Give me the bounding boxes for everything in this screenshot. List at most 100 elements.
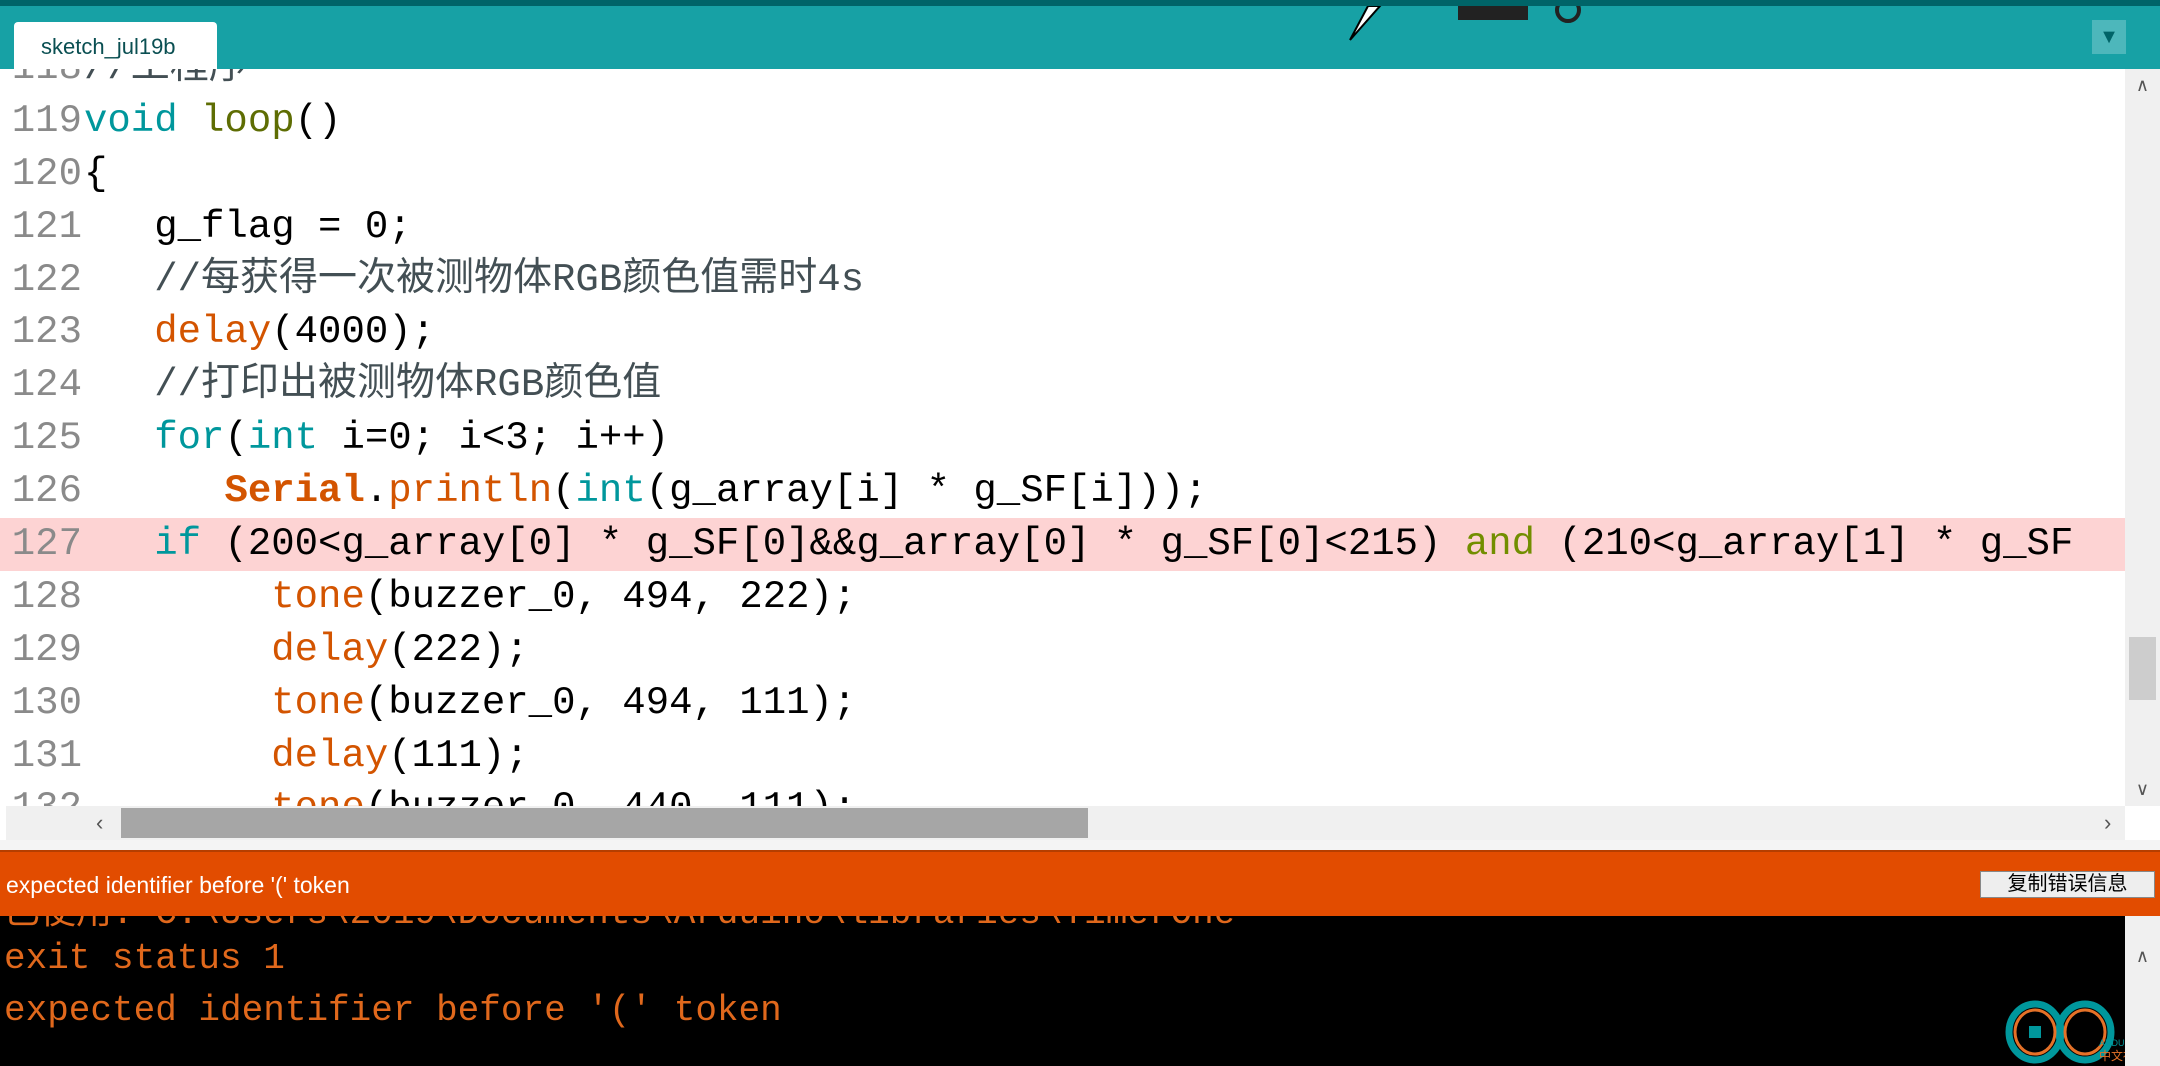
code-token: delay [271, 733, 389, 778]
console-output[interactable]: 已使用: C:\Users\2019\Documents\Arduino\lib… [0, 916, 2160, 1066]
divider [0, 840, 2160, 850]
code-line[interactable]: 123 delay(4000); [0, 306, 2125, 359]
line-number: 123 [11, 310, 82, 355]
line-number: 130 [11, 680, 82, 725]
code-token: if [154, 522, 202, 567]
arduino-logo: ARDUINO 中文社区 [2005, 1000, 2125, 1064]
line-number: 125 [11, 416, 82, 461]
code-line[interactable]: 129 delay(222); [0, 624, 2125, 677]
code-line[interactable]: 122 //每获得一次被测物体RGB颜色值需时4s [0, 254, 2125, 307]
code-token: (222); [388, 627, 529, 672]
line-number: 129 [11, 627, 82, 672]
code-token: (210<g_array[1] * g_SF [1535, 522, 2074, 567]
line-number: 120 [11, 151, 82, 196]
scrollbar-thumb[interactable] [121, 808, 1088, 838]
code-line-error[interactable]: 127 if (200<g_array[0] * g_SF[0]&&g_arra… [0, 518, 2125, 571]
copy-error-button[interactable]: 复制错误信息 [1980, 871, 2155, 898]
error-message: expected identifier before '(' token [6, 872, 350, 898]
code-token: void [84, 98, 178, 143]
tab-menu-button[interactable]: ▼ [2092, 20, 2126, 54]
code-line[interactable]: 130 tone(buzzer_0, 494, 111); [0, 677, 2125, 730]
console-scrollbar[interactable]: ∧ [2125, 916, 2160, 1066]
console-line: exit status 1 [4, 938, 285, 979]
line-number: 128 [11, 574, 82, 619]
code-line[interactable]: 118//工程序 [0, 69, 2125, 95]
code-token: tone [271, 574, 365, 619]
code-token: g_flag = 0; [84, 204, 412, 249]
code-token: int [247, 416, 319, 461]
svg-text:ARDUINO: ARDUINO [2099, 1038, 2125, 1048]
code-line[interactable]: 121 g_flag = 0; [0, 201, 2125, 254]
scroll-up-icon[interactable]: ∧ [2125, 916, 2160, 967]
line-number: 132 [0, 782, 84, 806]
code-line[interactable]: 119void loop() [0, 95, 2125, 148]
code-token: loop [201, 98, 295, 143]
code-token: ( [552, 469, 576, 514]
code-editor[interactable]: 118//工程序119void loop()120{121 g_flag = 0… [0, 69, 2125, 806]
code-token: delay [271, 627, 389, 672]
code-token: tone [271, 786, 365, 806]
tab-bar [0, 6, 2160, 69]
svg-text:中文社区: 中文社区 [2099, 1048, 2125, 1063]
code-line[interactable]: 128 tone(buzzer_0, 494, 222); [0, 571, 2125, 624]
code-line[interactable]: 131 delay(111); [0, 730, 2125, 783]
line-number: 124 [11, 363, 82, 408]
code-token: (buzzer_0, 494, 111); [364, 680, 857, 725]
line-number: 119 [11, 98, 82, 143]
code-token: () [294, 98, 342, 143]
editor-vertical-scrollbar[interactable]: ∧ ∨ [2125, 69, 2160, 806]
code-token: (buzzer_0, 494, 222); [364, 574, 857, 619]
console-line: 已使用: C:\Users\2019\Documents\Arduino\lib… [4, 916, 1235, 934]
code-token: ( [224, 416, 248, 461]
code-token: for [154, 416, 225, 461]
code-line[interactable]: 120{ [0, 148, 2125, 201]
code-token: . [364, 469, 389, 514]
code-line[interactable]: 124 //打印出被测物体RGB颜色值 [0, 359, 2125, 412]
code-token: //工程序 [84, 69, 248, 90]
code-token: (4000); [271, 310, 436, 355]
error-bar: expected identifier before '(' token 复制错… [0, 850, 2160, 916]
code-token: int [575, 469, 646, 514]
scroll-left-icon[interactable]: ‹ [96, 810, 103, 836]
editor-horizontal-scrollbar[interactable]: ‹ › [6, 806, 2125, 840]
code-line[interactable]: 125 for(int i=0; i<3; i++) [0, 412, 2125, 465]
code-token: Serial [224, 469, 365, 514]
code-token: (buzzer_0, 440, 111); [365, 786, 856, 806]
scroll-right-icon[interactable]: › [2104, 810, 2111, 836]
code-token: { [84, 151, 108, 196]
scroll-up-icon[interactable]: ∧ [2125, 75, 2160, 96]
code-line[interactable]: 132 tone(buzzer_0, 440, 111); [0, 782, 2125, 806]
code-token: println [388, 469, 553, 514]
scroll-down-icon[interactable]: ∨ [2125, 779, 2160, 800]
line-number: 118 [0, 69, 84, 95]
code-token: (111); [388, 733, 529, 778]
code-token: tone [271, 680, 365, 725]
tab-label: sketch_jul19b [41, 34, 176, 59]
line-number: 122 [11, 257, 82, 302]
code-line[interactable]: 126 Serial.println(int(g_array[i] * g_SF… [0, 465, 2125, 518]
code-token: //打印出被测物体RGB颜色值 [84, 363, 662, 408]
code-token: i=0; i<3; i++) [318, 416, 670, 461]
line-number: 131 [11, 733, 82, 778]
code-token: //每获得一次被测物体RGB颜色值需时4s [84, 257, 865, 302]
code-token: delay [154, 310, 272, 355]
console-line: expected identifier before '(' token [4, 990, 782, 1031]
line-number: 126 [11, 469, 82, 514]
line-number: 121 [11, 204, 82, 249]
code-token: (g_array[i] * g_SF[i])); [645, 469, 1208, 514]
banner-graphic [1349, 6, 1581, 41]
tab-sketch[interactable]: sketch_jul19b [14, 22, 217, 69]
scrollbar-thumb[interactable] [2129, 637, 2156, 700]
triangle-down-icon: ▼ [2099, 25, 2119, 48]
code-token: and [1464, 522, 1536, 567]
